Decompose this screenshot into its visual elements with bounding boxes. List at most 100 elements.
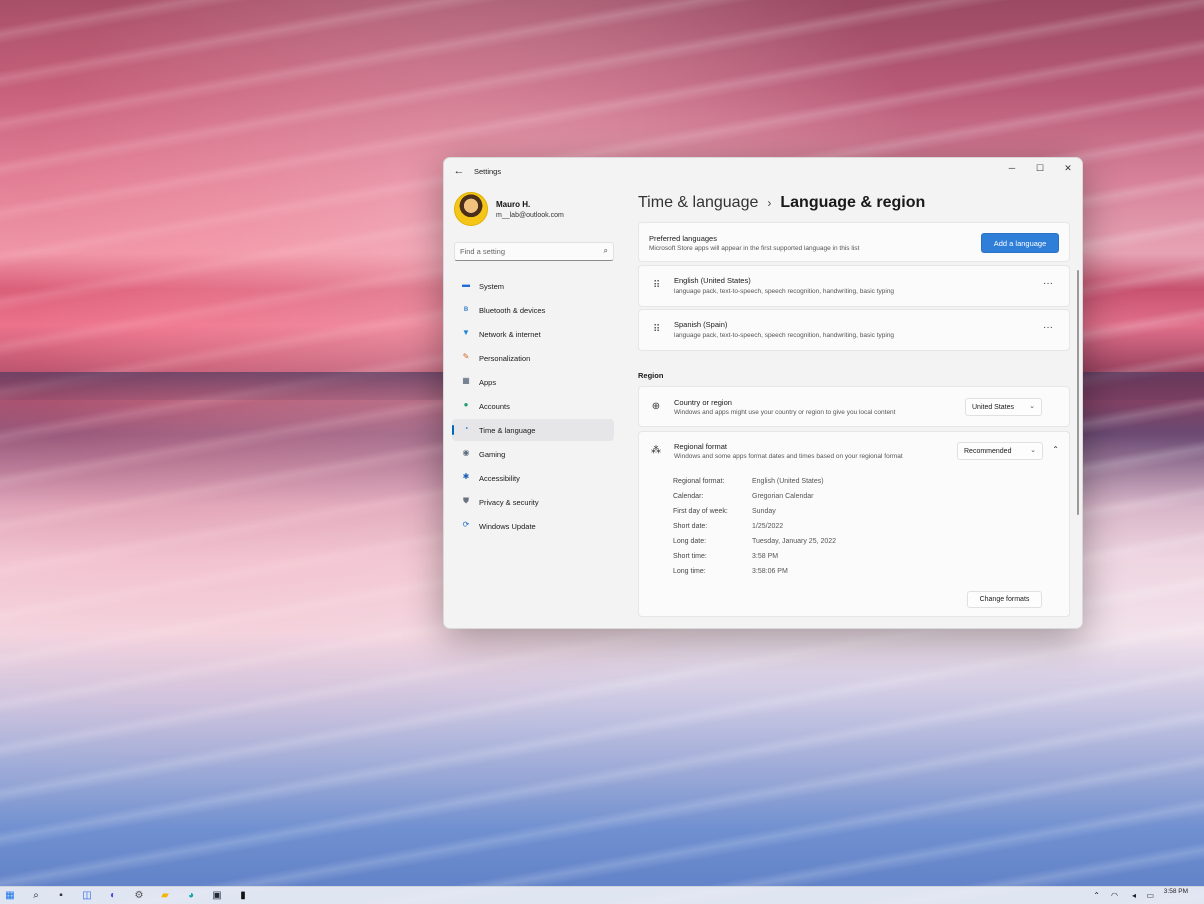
sidebar-item[interactable]: ✱ Accessibility <box>452 467 614 489</box>
profile-name: Mauro H. <box>496 200 531 209</box>
format-value: Gregorian Calendar <box>752 493 814 500</box>
gamepad-icon: ◉ <box>462 448 470 457</box>
format-key: First day of week: <box>673 508 728 515</box>
sidebar-item-label: Privacy & security <box>479 498 539 507</box>
globe-icon: ⊕ <box>651 401 661 412</box>
close-button[interactable]: ✕ <box>1054 158 1082 178</box>
sidebar-item[interactable]: ● Accounts <box>452 395 614 417</box>
more-options-icon[interactable]: ··· <box>1043 322 1053 333</box>
settings-gear-icon[interactable]: ⚙ <box>133 890 145 902</box>
format-value: Tuesday, January 25, 2022 <box>752 538 837 545</box>
sidebar-item-label: Gaming <box>479 450 506 459</box>
battery-icon[interactable]: ▭ <box>1146 891 1154 900</box>
sidebar-item[interactable]: ʙ Bluetooth & devices <box>452 299 614 321</box>
format-row: Long date: Tuesday, January 25, 2022 <box>673 538 836 553</box>
profile-email: m__lab@outlook.com <box>496 212 564 219</box>
format-value: 3:58 PM <box>752 553 779 560</box>
search-icon[interactable]: ⌕ <box>604 246 608 256</box>
sidebar-item-label: Personalization <box>479 354 531 363</box>
drag-handle-icon[interactable]: ⠿ <box>653 324 661 335</box>
country-description: Windows and apps might use your country … <box>674 409 896 416</box>
sidebar-nav: ▬ System ʙ Bluetooth & devices ▼ Network & in… <box>452 275 614 539</box>
breadcrumb-separator-icon: › <box>767 196 772 210</box>
add-language-button[interactable]: Add a language <box>981 233 1059 253</box>
format-row: Short date: 1/25/2022 <box>673 523 836 538</box>
chevron-up-tray-icon[interactable]: ⌃ <box>1093 891 1100 900</box>
regional-format-dropdown[interactable]: Recommended ⌄ <box>957 442 1043 460</box>
regional-format-description: Windows and some apps format dates and t… <box>674 453 903 460</box>
breadcrumb: Time & language › Language & region <box>638 194 925 212</box>
bluetooth-icon: ʙ <box>463 304 469 313</box>
account-icon: ● <box>463 400 469 409</box>
search-icon[interactable]: ⌕ <box>30 890 42 902</box>
preferred-languages-card: Preferred languages Microsoft Store apps… <box>638 222 1070 262</box>
sidebar-item[interactable]: ◔ Time & language <box>452 419 614 441</box>
back-arrow-icon[interactable]: ← <box>452 164 466 178</box>
sidebar-item[interactable]: ⟳ Windows Update <box>452 515 614 537</box>
title-bar: ← Settings ─ ☐ ✕ <box>444 158 1082 186</box>
chevron-up-icon[interactable]: ⌃ <box>1052 445 1059 454</box>
sidebar-item[interactable]: ▼ Network & internet <box>452 323 614 345</box>
language-features: language pack, text-to-speech, speech re… <box>674 288 895 295</box>
language-item[interactable]: ⠿ Spanish (Spain) language pack, text-to… <box>638 309 1070 351</box>
format-value: 1/25/2022 <box>752 523 784 530</box>
regional-format-dropdown-value: Recommended <box>964 447 1012 455</box>
regional-format-details: Regional format: English (United States) C… <box>673 478 836 583</box>
format-value: 3:58:06 PM <box>752 568 788 575</box>
sidebar-item-label: Windows Update <box>479 522 536 531</box>
country-region-card: ⊕ Country or region Windows and apps mig… <box>638 386 1070 427</box>
sidebar-item[interactable]: ▦ Apps <box>452 371 614 393</box>
user-profile[interactable]: Mauro H. m__lab@outlook.com <box>454 192 634 230</box>
regional-format-title: Regional format <box>674 442 727 451</box>
sidebar-item-label: Apps <box>479 378 497 387</box>
terminal-icon[interactable]: ▮ <box>237 890 249 902</box>
language-name: Spanish (Spain) <box>674 320 728 329</box>
chevron-down-icon: ⌄ <box>1030 447 1036 454</box>
format-key: Short time: <box>673 553 707 560</box>
taskbar-clock[interactable]: 3:58 PM <box>1164 888 1188 896</box>
language-item[interactable]: ⠿ English (United States) language pack,… <box>638 265 1070 307</box>
wifi-icon: ▼ <box>462 328 470 337</box>
drag-handle-icon[interactable]: ⠿ <box>653 280 661 291</box>
task-view-icon[interactable]: ▪ <box>55 890 67 902</box>
language-format-icon: ⁂ <box>651 445 661 456</box>
country-dropdown[interactable]: United States ⌄ <box>965 398 1042 416</box>
page-title: Language & region <box>780 194 926 211</box>
sidebar-item[interactable]: ▬ System <box>452 275 614 297</box>
format-row: Long time: 3:58:06 PM <box>673 568 836 583</box>
network-icon[interactable]: ◠ <box>1111 891 1118 900</box>
regional-format-card: ⁂ Regional format Windows and some apps … <box>638 431 1070 617</box>
chat-icon[interactable]: ◐ <box>107 890 119 902</box>
widgets-icon[interactable]: ◫ <box>81 890 93 902</box>
format-row: Short time: 3:58 PM <box>673 553 836 568</box>
shield-icon: ⛊ <box>463 496 469 505</box>
maximize-button[interactable]: ☐ <box>1026 158 1054 178</box>
breadcrumb-parent[interactable]: Time & language <box>638 194 758 212</box>
sidebar-item-label: Time & language <box>479 426 536 435</box>
format-row: First day of week: Sunday <box>673 508 836 523</box>
search-input[interactable] <box>460 243 592 260</box>
store-icon[interactable]: ▣ <box>211 890 223 902</box>
format-value: English (United States) <box>752 478 824 485</box>
window-title: Settings <box>474 167 502 176</box>
sidebar-item[interactable]: ✎ Personalization <box>452 347 614 369</box>
country-dropdown-value: United States <box>972 403 1015 411</box>
region-section-label: Region <box>638 371 664 380</box>
sidebar-item[interactable]: ⛊ Privacy & security <box>452 491 614 513</box>
window-controls: ─ ☐ ✕ <box>998 158 1082 178</box>
change-formats-button[interactable]: Change formats <box>967 591 1042 608</box>
taskbar: ▦ ⌕ ▪ ◫ ◐ ⚙ ▰ ◕ ▣ ▮ ⌃ ◠ ◂ ▭ 3:58 PM <box>0 886 1204 904</box>
more-options-icon[interactable]: ··· <box>1043 278 1053 289</box>
volume-icon[interactable]: ◂ <box>1132 891 1136 900</box>
sidebar-item[interactable]: ◉ Gaming <box>452 443 614 465</box>
format-row: Calendar: Gregorian Calendar <box>673 493 836 508</box>
minimize-button[interactable]: ─ <box>998 158 1026 178</box>
edge-browser-icon[interactable]: ◕ <box>185 890 197 902</box>
update-icon: ⟳ <box>462 520 470 529</box>
sidebar-item-label: Accessibility <box>479 474 520 483</box>
start-windows-icon[interactable]: ▦ <box>4 890 16 902</box>
scrollbar[interactable] <box>1077 270 1079 515</box>
file-explorer-icon[interactable]: ▰ <box>159 890 171 902</box>
system-icon: ▬ <box>462 280 470 289</box>
sidebar-item-label: System <box>479 282 505 291</box>
